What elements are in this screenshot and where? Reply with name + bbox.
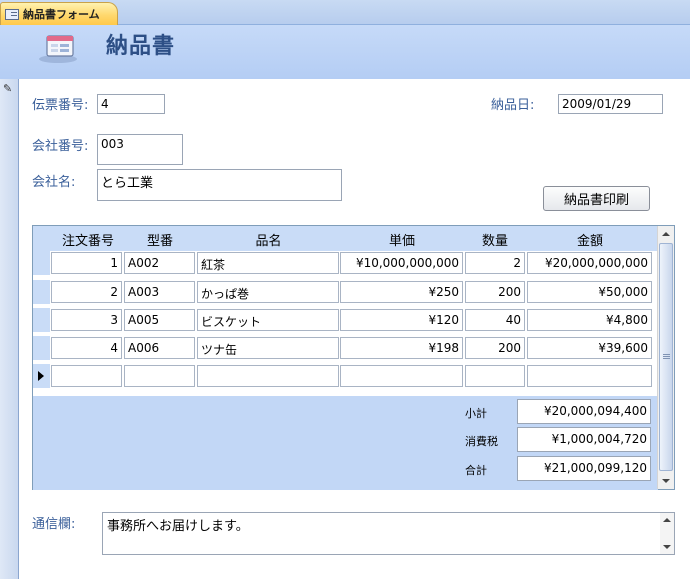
memo-scrollbar[interactable]	[660, 513, 674, 554]
tax-label: 消費税	[465, 435, 498, 448]
cell-order-no[interactable]: 2	[51, 281, 122, 303]
company-name-label: 会社名:	[32, 175, 76, 190]
column-header-order-no: 注文番号	[61, 234, 114, 249]
subtotal-field[interactable]: ¥20,000,094,400	[517, 399, 651, 424]
form-icon	[5, 8, 19, 20]
cell-amount[interactable]: ¥39,600	[527, 337, 652, 359]
cell-unit-price[interactable]: ¥120	[340, 309, 463, 331]
pencil-icon: ✎	[3, 82, 13, 95]
print-delivery-note-button[interactable]: 納品書印刷	[543, 186, 650, 211]
memo-label: 通信欄:	[32, 517, 76, 532]
slip-no-label: 伝票番号:	[32, 98, 89, 113]
cell-unit-price[interactable]: ¥250	[340, 281, 463, 303]
scroll-up-icon[interactable]	[662, 232, 670, 236]
subform-vertical-scrollbar[interactable]	[657, 226, 674, 489]
company-no-field[interactable]: 003	[97, 134, 183, 165]
cell-item-name[interactable]: 紅茶	[197, 252, 339, 274]
cell-model[interactable]: A005	[124, 309, 195, 331]
company-name-field[interactable]: とら工業	[97, 169, 342, 201]
page-title: 納品書	[106, 34, 176, 59]
cell-quantity[interactable]: 40	[465, 309, 525, 331]
tab-label: 納品書フォーム	[23, 8, 100, 21]
cell-item-name[interactable]: ビスケット	[197, 309, 339, 331]
row-selector[interactable]	[33, 251, 50, 276]
cell-quantity[interactable]: 2	[465, 252, 525, 274]
cell-order-no[interactable]: 4	[51, 337, 122, 359]
company-no-label: 会社番号:	[32, 139, 89, 154]
new-cell-unit-price[interactable]	[340, 365, 463, 387]
tax-field[interactable]: ¥1,000,004,720	[517, 427, 651, 452]
cell-unit-price[interactable]: ¥198	[340, 337, 463, 359]
new-cell-amount[interactable]	[527, 365, 652, 387]
current-record-arrow-icon	[38, 371, 44, 381]
row-selector[interactable]	[33, 308, 50, 333]
column-header-quantity: 数量	[481, 234, 508, 249]
new-cell-model[interactable]	[124, 365, 195, 387]
form-header	[0, 25, 690, 79]
cell-order-no[interactable]: 1	[51, 252, 122, 274]
column-header-amount: 金額	[576, 234, 603, 249]
cell-item-name[interactable]: ツナ缶	[197, 337, 339, 359]
order-details-subform: 注文番号 型番 品名 単価 数量 金額 1 A002 紅茶 ¥10,000,00…	[32, 225, 675, 490]
memo-field[interactable]: 事務所へお届けします。	[102, 512, 675, 555]
scroll-down-icon[interactable]	[662, 479, 670, 483]
new-cell-quantity[interactable]	[465, 365, 525, 387]
subtotal-label: 小計	[465, 407, 487, 420]
cell-amount[interactable]: ¥4,800	[527, 309, 652, 331]
row-selector[interactable]	[33, 280, 50, 305]
cell-model[interactable]: A002	[124, 252, 195, 274]
column-header-unit-price: 単価	[388, 234, 415, 249]
scroll-down-icon[interactable]	[663, 545, 671, 549]
tab-delivery-form[interactable]: 納品書フォーム	[0, 2, 118, 25]
cell-unit-price[interactable]: ¥10,000,000,000	[340, 252, 463, 274]
row-selector[interactable]	[33, 336, 50, 361]
delivery-date-label: 納品日:	[491, 98, 535, 113]
cell-amount[interactable]: ¥20,000,000,000	[527, 252, 652, 274]
total-field[interactable]: ¥21,000,099,120	[517, 456, 651, 481]
total-label: 合計	[465, 464, 487, 477]
cell-quantity[interactable]: 200	[465, 337, 525, 359]
cell-amount[interactable]: ¥50,000	[527, 281, 652, 303]
form-icon	[39, 35, 77, 63]
slip-no-field[interactable]: 4	[97, 94, 165, 114]
cell-quantity[interactable]: 200	[465, 281, 525, 303]
cell-model[interactable]: A006	[124, 337, 195, 359]
delivery-date-field[interactable]: 2009/01/29	[558, 94, 663, 114]
new-cell-order-no[interactable]	[51, 365, 122, 387]
cell-order-no[interactable]: 3	[51, 309, 122, 331]
column-header-item-name: 品名	[255, 234, 282, 249]
new-cell-item-name[interactable]	[197, 365, 339, 387]
record-selector[interactable]	[0, 79, 19, 579]
cell-model[interactable]: A003	[124, 281, 195, 303]
scroll-up-icon[interactable]	[663, 518, 671, 522]
column-header-model: 型番	[146, 234, 173, 249]
memo-text: 事務所へお届けします。	[107, 519, 249, 534]
scroll-thumb[interactable]	[659, 243, 673, 471]
cell-item-name[interactable]: かっぱ巻	[197, 281, 339, 303]
new-record-selector[interactable]	[33, 364, 50, 389]
